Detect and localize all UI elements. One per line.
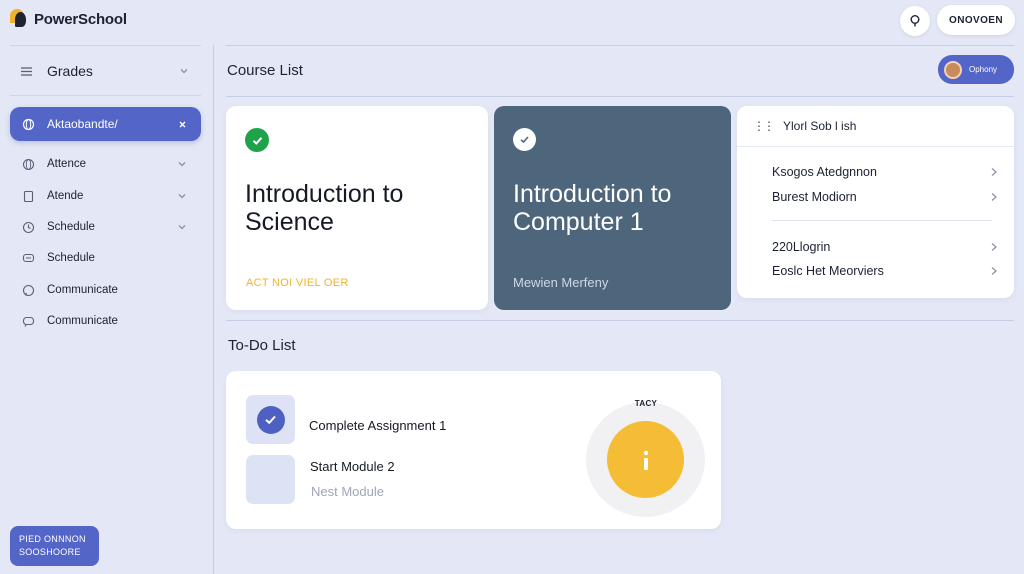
side-list-item[interactable]: Ksogos Atedgnnon bbox=[772, 162, 998, 182]
todo-item-sublabel: Nest Module bbox=[311, 484, 384, 499]
globe-icon bbox=[22, 158, 35, 171]
lightbulb-icon bbox=[910, 15, 920, 27]
profile-chip-label: Ophony bbox=[969, 65, 998, 74]
chevron-right-icon bbox=[991, 243, 997, 251]
todo-item-label: Start Module 2 bbox=[310, 459, 395, 474]
info-button[interactable] bbox=[607, 421, 684, 498]
sidebar-grades-label: Grades bbox=[47, 63, 93, 79]
main-top-divider bbox=[226, 45, 1014, 46]
close-icon[interactable] bbox=[175, 117, 189, 131]
side-list-item[interactable]: 220Llogrin bbox=[772, 237, 998, 257]
course-title: Introduction to Computer 1 bbox=[513, 180, 672, 236]
list-icon bbox=[20, 65, 33, 78]
sidebar-item-schedule-2[interactable]: Schedule bbox=[10, 245, 201, 271]
lightbulb-button[interactable] bbox=[900, 6, 930, 36]
sidebar-item-label: Communicate bbox=[47, 284, 118, 296]
main-divider bbox=[226, 320, 1014, 321]
todo-checkbox-checked[interactable] bbox=[246, 395, 295, 444]
sidebar-grades[interactable]: Grades bbox=[10, 55, 201, 87]
side-list-divider bbox=[772, 220, 992, 221]
app-name: PowerSchool bbox=[34, 10, 127, 28]
profile-chip[interactable]: Ophony bbox=[938, 55, 1014, 84]
side-list-item[interactable]: Burest Modiorn bbox=[772, 187, 998, 207]
powerschool-logo-icon bbox=[10, 9, 30, 29]
todo-checkbox[interactable] bbox=[246, 455, 295, 504]
sidebar-item-label: Attence bbox=[47, 158, 86, 170]
sidebar-item-active[interactable]: Aktaobandte/ bbox=[10, 107, 201, 141]
check-circle-icon bbox=[513, 128, 536, 151]
sidebar-bottom-line2: SOOSHOORE bbox=[19, 547, 81, 557]
chevron-down-icon bbox=[175, 189, 189, 203]
globe-icon bbox=[22, 118, 35, 131]
avatar bbox=[944, 60, 962, 79]
chevron-down-icon bbox=[177, 64, 191, 78]
sidebar-item-communicate[interactable]: Communicate bbox=[10, 277, 201, 303]
side-list-card: ⋮⋮ Ylorl Sob l ish Ksogos Atedgnnon Bure… bbox=[737, 106, 1014, 298]
sidebar-item-label: Schedule bbox=[47, 252, 95, 264]
sidebar-bottom-button[interactable]: PIED ONNNON SOOSHOORE bbox=[10, 526, 99, 566]
clock-icon bbox=[22, 221, 35, 234]
check-icon bbox=[256, 405, 285, 434]
sidebar-divider bbox=[10, 95, 201, 96]
chevron-down-icon bbox=[175, 220, 189, 234]
gauge-label: TACY bbox=[634, 399, 658, 408]
chevron-down-icon bbox=[175, 157, 189, 171]
sidebar-item-active-label: Aktaobandte/ bbox=[47, 117, 118, 131]
sidebar-item-atende[interactable]: Atende bbox=[10, 183, 201, 209]
course-footer: Mewien Merfeny bbox=[513, 275, 609, 290]
todo-card: Complete Assignment 1 Start Module 2 Nes… bbox=[226, 371, 721, 529]
sidebar-item-attence[interactable]: Attence bbox=[10, 151, 201, 177]
status-gauge bbox=[586, 402, 705, 517]
sidebar-item-label: Communicate bbox=[47, 315, 118, 327]
sidebar-bottom-line1: PIED ONNNON bbox=[19, 534, 86, 544]
chat-icon bbox=[22, 284, 35, 297]
chevron-right-icon bbox=[991, 267, 997, 275]
check-circle-icon bbox=[245, 128, 269, 152]
app-logo[interactable]: PowerSchool bbox=[10, 9, 127, 29]
chat-icon bbox=[22, 315, 35, 328]
course-footer: ACT NOI VIEL OER bbox=[246, 277, 349, 289]
side-list-title: Ylorl Sob l ish bbox=[783, 119, 857, 133]
course-list-title: Course List bbox=[227, 62, 303, 79]
side-list-header: ⋮⋮ Ylorl Sob l ish bbox=[737, 106, 1014, 147]
chevron-right-icon bbox=[991, 168, 997, 176]
top-action-button[interactable]: ONOVOEN bbox=[937, 5, 1015, 35]
sidebar-item-schedule[interactable]: Schedule bbox=[10, 214, 201, 240]
chat-icon bbox=[22, 252, 35, 265]
sidebar-border bbox=[213, 45, 214, 574]
todo-list-title: To-Do List bbox=[228, 337, 296, 354]
info-icon bbox=[643, 450, 648, 470]
course-card-computer[interactable]: Introduction to Computer 1 Mewien Merfen… bbox=[494, 106, 731, 310]
todo-item-label: Complete Assignment 1 bbox=[309, 418, 447, 433]
course-title: Introduction to Science bbox=[245, 180, 404, 236]
side-list-item[interactable]: Eoslc Het Meorviers bbox=[772, 261, 998, 281]
sidebar-item-communicate-2[interactable]: Communicate bbox=[10, 308, 201, 334]
course-card-science[interactable]: Introduction to Science ACT NOI VIEL OER bbox=[226, 106, 488, 310]
main-divider bbox=[226, 96, 1014, 97]
sidebar-item-label: Atende bbox=[47, 190, 84, 202]
chevron-right-icon bbox=[991, 193, 997, 201]
drag-handle-icon[interactable]: ⋮⋮ bbox=[753, 119, 775, 133]
sidebar-item-label: Schedule bbox=[47, 221, 95, 233]
sidebar-top-divider bbox=[10, 45, 201, 46]
square-icon bbox=[22, 190, 35, 203]
